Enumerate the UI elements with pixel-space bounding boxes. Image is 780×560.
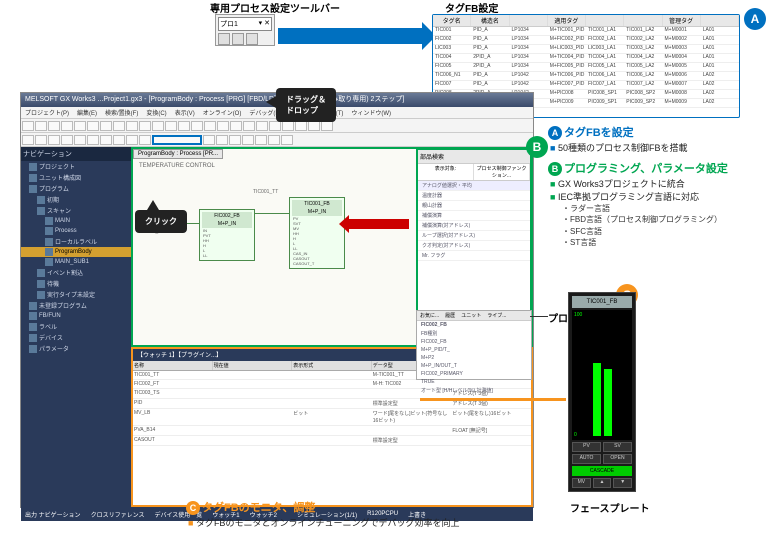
faceplate-label: フェースプレート <box>570 500 650 515</box>
toolbar-icon[interactable] <box>246 33 258 45</box>
connector-c <box>420 398 566 401</box>
fp-btn[interactable]: SV <box>603 442 632 452</box>
input-label: TIC001_TT <box>253 189 278 195</box>
toolbar-row-2[interactable] <box>21 133 533 147</box>
nav-item[interactable]: MAIN_SUB1 <box>21 257 131 267</box>
toolbar-select[interactable]: プロ1▾ ✕ <box>218 17 272 31</box>
menu-item[interactable]: 検索/置換(F) <box>105 108 138 117</box>
faceplate[interactable]: TIC001_FB 100 0 PVSV AUTOOPEN CASCADE MV… <box>568 292 636 492</box>
toolbar-icon[interactable] <box>218 33 230 45</box>
parts-item[interactable]: 補償演算(対アドレス) <box>418 221 530 231</box>
leader-line <box>530 316 548 317</box>
description-c: CタグFBのモニタ、調整 タグFBのモニタとオンラインチューニングでデバッグ効率… <box>186 499 546 530</box>
description-a: AタグFBを設定 50種類のプロセス制御FBを搭載 <box>548 124 768 155</box>
faceplate-bars: 100 0 <box>572 310 632 440</box>
nav-item[interactable]: デバイス <box>21 332 131 343</box>
description-b: Bプログラミング、パラメータ設定 GX Works3プロジェクトに統合 IEC準… <box>548 160 768 248</box>
menu-item[interactable]: 編集(E) <box>77 108 97 117</box>
bar-sv <box>604 369 612 436</box>
process-toolbar: プロ1▾ ✕ <box>215 14 275 46</box>
nav-item[interactable]: ユニット構成図 <box>21 172 131 183</box>
fp-btn[interactable]: PV <box>572 442 601 452</box>
bar-pv <box>593 363 601 436</box>
fb-block-fic002[interactable]: FIC002_FB M+P_IN INPVTHHHLLL <box>199 209 255 261</box>
arrow-to-tagfb <box>278 28 424 44</box>
parts-item[interactable]: クオ判定(対アドレス) <box>418 241 530 251</box>
nav-item[interactable]: パラメータ <box>21 343 131 354</box>
navigation-panel: ナビゲーション プロジェクトユニット構成図プログラム初期スキャンMAINProc… <box>21 147 131 507</box>
parts-item[interactable]: 補償演算 <box>418 211 530 221</box>
nav-item[interactable]: プログラム <box>21 183 131 194</box>
tagfb-label: タグFB設定 <box>445 0 498 15</box>
parts-item[interactable]: 温度計器 <box>418 191 530 201</box>
badge-a: A <box>744 8 766 30</box>
canvas-tab[interactable]: ProgramBody : Process [PR... <box>133 149 223 159</box>
nav-item[interactable]: 実行タイプ未設定 <box>21 289 131 300</box>
nav-header: ナビゲーション <box>21 147 131 161</box>
nav-item[interactable]: MAIN <box>21 216 131 226</box>
canvas-title: TEMPERATURE CONTROL <box>139 163 215 169</box>
tagfb-table-header: タグ名構造名適用タグ管理タグ <box>433 15 739 27</box>
fp-btn[interactable]: MV <box>572 478 591 488</box>
fp-btn[interactable]: OPEN <box>603 454 632 464</box>
watch-row[interactable]: PVA_B14FLOAT [無記号] <box>133 426 531 436</box>
watch-row[interactable]: CASOUT標準設定型 <box>133 436 531 446</box>
nav-item[interactable]: ProgramBody <box>21 247 131 257</box>
menu-item[interactable]: ウィンドウ(W) <box>351 108 391 117</box>
parts-item[interactable]: ループ選択(対アドレス) <box>418 231 530 241</box>
nav-item[interactable]: ラベル <box>21 321 131 332</box>
callout-drag: ドラッグ＆ ドロップ <box>276 88 336 122</box>
drag-arrow <box>347 219 409 229</box>
fb-block-tic001[interactable]: TIC001_FB M+P_IN PVSVTMVHHHLLLCAS_INCASO… <box>289 197 345 269</box>
watch-row[interactable]: MV_LBビットワード[尾をなし]ビット(符号なし16ビット)ビット(尾をなし)… <box>133 409 531 426</box>
nav-item[interactable]: プロジェクト <box>21 161 131 172</box>
parts-item[interactable]: 親山計器 <box>418 201 530 211</box>
badge-b: B <box>526 136 548 158</box>
menu-item[interactable]: 表示(V) <box>175 108 195 117</box>
fp-mode[interactable]: CASCADE <box>572 466 632 476</box>
nav-item[interactable]: スキャン <box>21 205 131 216</box>
nav-item[interactable]: イベント割込 <box>21 267 131 278</box>
parts-item[interactable]: Mr. フラグ <box>418 251 530 261</box>
fp-btn[interactable]: AUTO <box>572 454 601 464</box>
wire <box>255 213 289 214</box>
fb-properties-panel: お気に...履歴ユニットライブ... FIC002_FB FB種別FIC002_… <box>416 310 532 380</box>
parts-search-header: 部品検索 <box>418 150 530 164</box>
toolbar-title: 専用プロセス設定ツールバー <box>210 0 340 15</box>
nav-item[interactable]: ローカルラベル <box>21 236 131 247</box>
menu-item[interactable]: オンライン(O) <box>203 108 242 117</box>
nav-item[interactable]: 未登録プログラム <box>21 300 131 311</box>
callout-click: クリック <box>135 210 187 233</box>
menu-item[interactable]: プロジェクト(P) <box>25 108 69 117</box>
nav-item[interactable]: 初期 <box>21 194 131 205</box>
fp-btn[interactable]: ▼ <box>613 478 632 488</box>
nav-item[interactable]: Process <box>21 226 131 236</box>
toolbar-icon[interactable] <box>232 33 244 45</box>
faceplate-title: TIC001_FB <box>572 296 632 308</box>
nav-item[interactable]: 待機 <box>21 278 131 289</box>
nav-item[interactable]: FB/FUN <box>21 311 131 321</box>
fp-btn[interactable]: ▲ <box>593 478 612 488</box>
menu-item[interactable]: 変換(C) <box>146 108 166 117</box>
